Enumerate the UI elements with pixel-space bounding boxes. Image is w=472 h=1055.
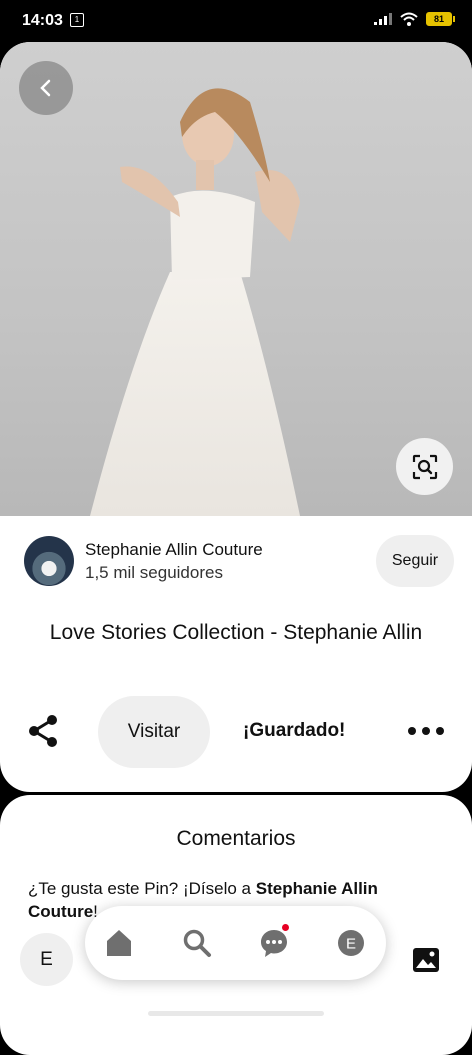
nav-search[interactable] — [180, 926, 214, 960]
pin-image[interactable] — [0, 42, 472, 516]
more-dots-icon — [408, 727, 416, 735]
gallery-button[interactable] — [412, 947, 440, 973]
chat-icon — [261, 930, 287, 957]
wedding-dress-photo — [90, 88, 300, 516]
search-icon — [183, 929, 211, 957]
pin-title: Love Stories Collection - Stephanie Alli… — [49, 621, 423, 644]
nav-messages[interactable] — [257, 924, 291, 960]
bottom-nav: E — [85, 906, 386, 980]
share-icon — [29, 715, 57, 747]
more-options-button[interactable] — [408, 718, 444, 744]
profile-icon: E — [338, 930, 364, 956]
saved-button[interactable]: ¡Guardado! — [243, 720, 345, 742]
notification-icon: 1 — [70, 13, 84, 27]
comments-title: Comentarios — [176, 827, 296, 850]
back-button[interactable] — [19, 61, 73, 115]
pin-actions: Visitar ¡Guardado! — [0, 696, 472, 768]
chevron-left-icon — [40, 79, 51, 97]
follow-button[interactable]: Seguir — [376, 535, 454, 587]
status-time: 14:03 — [22, 12, 63, 29]
visit-button[interactable]: Visitar — [98, 696, 210, 768]
creator-row[interactable]: Stephanie Allin Couture 1,5 mil seguidor… — [24, 535, 454, 588]
status-indicators: 81 — [374, 12, 455, 26]
image-icon — [413, 948, 439, 972]
battery-icon: 81 — [426, 12, 455, 26]
user-avatar[interactable]: E — [20, 933, 73, 986]
status-bar: 14:03 1 81 — [0, 0, 472, 42]
pin-card: Stephanie Allin Couture 1,5 mil seguidor… — [0, 42, 472, 792]
svg-text:E: E — [346, 936, 356, 953]
share-button[interactable] — [28, 714, 58, 748]
signal-icon — [374, 13, 392, 25]
notification-dot — [282, 924, 289, 931]
nav-profile[interactable]: E — [334, 926, 368, 960]
creator-name[interactable]: Stephanie Allin Couture — [85, 540, 263, 560]
creator-avatar[interactable] — [24, 536, 74, 586]
nav-home[interactable] — [102, 926, 136, 960]
creator-followers: 1,5 mil seguidores — [85, 563, 223, 582]
visual-search-button[interactable] — [396, 438, 453, 495]
wifi-icon — [400, 12, 418, 26]
home-icon — [107, 930, 131, 956]
lens-search-icon — [412, 454, 437, 479]
home-indicator[interactable] — [148, 1011, 324, 1016]
